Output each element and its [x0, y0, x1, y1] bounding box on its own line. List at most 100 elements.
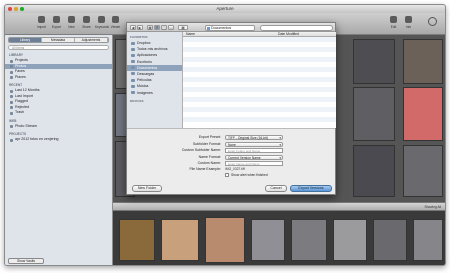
cancel-button[interactable]: Cancel — [265, 185, 287, 192]
sidebar-item-project[interactable]: apr 2012 fotos en zenjering — [5, 137, 112, 143]
back-button[interactable]: ◀ — [130, 25, 136, 30]
favorite-pictures[interactable]: Imágenes — [127, 90, 182, 96]
filmstrip-thumbnail[interactable] — [373, 219, 407, 261]
applications-icon — [131, 53, 135, 57]
forward-button[interactable]: ▶ — [137, 25, 143, 30]
export-versions-button[interactable]: Export Versions — [290, 185, 332, 192]
filmstrip-thumbnail[interactable] — [333, 219, 367, 261]
show-alert-checkbox[interactable] — [225, 173, 229, 177]
minimize-window-button[interactable] — [14, 7, 18, 11]
favorite-label: Imágenes — [137, 90, 153, 95]
share-label: Share — [82, 25, 91, 29]
sidebar-item-trash[interactable]: Trash — [5, 110, 112, 116]
places-icon — [10, 76, 13, 79]
edit-icon — [390, 16, 397, 23]
icon-view-button[interactable]: ▦ — [147, 25, 153, 30]
all-files-icon — [131, 47, 135, 51]
favorite-label: Todos mis archivos — [137, 47, 168, 52]
photo-thumbnail[interactable] — [403, 145, 443, 197]
share-button[interactable]: Share — [80, 16, 93, 29]
export-button[interactable]: Export — [50, 16, 63, 29]
section-heading-library: LIBRARY — [9, 53, 24, 57]
column-name-header[interactable]: Name — [186, 32, 195, 37]
list-view-button[interactable]: ☰ — [154, 25, 160, 30]
zoom-window-button[interactable] — [20, 7, 24, 11]
favorite-label: Escritorio — [137, 59, 152, 64]
filmstrip-thumbnail[interactable] — [119, 219, 155, 261]
photos-icon — [10, 65, 13, 68]
sidebar: Library Metadata Adjustments All Items L… — [5, 35, 113, 265]
dialog-toolbar: ◀ ▶ ▦ ☰ ◫ ▭ ▦ Documentos — [127, 23, 335, 32]
new-button[interactable]: New — [65, 16, 78, 29]
dialog-search-input[interactable] — [260, 24, 333, 31]
export-preset-popup[interactable]: TIFF - Original Size (16-bit) — [225, 134, 283, 140]
window-title: Aperture — [216, 6, 234, 11]
section-heading-recent: RECENT — [9, 83, 23, 87]
sidebar-item-label: Projects — [15, 58, 28, 62]
custom-subfolder-row: Custom Subfolder Name: Enter Folder and … — [127, 147, 335, 153]
photo-thumbnail[interactable] — [403, 39, 443, 84]
custom-subfolder-input[interactable]: Enter Folder and Name — [225, 147, 283, 153]
music-icon — [131, 84, 135, 88]
custom-name-input[interactable]: Enter Name and Name — [225, 160, 283, 166]
photo-thumbnail[interactable] — [353, 39, 395, 84]
filmstrip-thumbnail[interactable] — [251, 219, 285, 261]
aperture-window: Aperture Import Export New Share Keyword… — [4, 4, 446, 266]
favorite-label: Música — [137, 84, 149, 89]
info-button[interactable]: Info — [402, 16, 415, 29]
dropbox-icon — [131, 41, 135, 45]
file-list[interactable]: Name Date Modified — [183, 32, 336, 128]
title-bar: Aperture — [5, 5, 445, 13]
viewer-button[interactable]: Viewer — [109, 16, 122, 29]
column-view-button[interactable]: ◫ — [161, 25, 167, 30]
keywords-button[interactable]: Keywords — [95, 16, 109, 29]
edit-button[interactable]: Edit — [387, 16, 400, 29]
tab-metadata[interactable]: Metadata — [42, 38, 75, 42]
tab-library[interactable]: Library — [9, 38, 42, 42]
subfolder-format-popup[interactable]: None — [225, 141, 283, 147]
filmstrip-thumbnail[interactable] — [413, 219, 443, 261]
keywords-label: Keywords — [95, 25, 109, 29]
location-popup[interactable]: Documentos — [205, 24, 255, 31]
project-icon — [10, 138, 13, 142]
sidebar-item-label: Rejected — [15, 104, 30, 109]
column-date-header[interactable]: Date Modified — [278, 32, 299, 37]
close-window-button[interactable] — [8, 7, 12, 11]
favorite-label: Dropbox — [137, 41, 151, 45]
trash-icon — [10, 111, 13, 115]
filter-status[interactable]: Showing All — [425, 205, 441, 209]
import-icon — [10, 95, 13, 98]
sidebar-tabs: Library Metadata Adjustments — [8, 37, 109, 43]
sidebar-search-input[interactable]: All Items — [8, 45, 109, 50]
favorite-label: Películas — [137, 78, 152, 83]
filmstrip-thumbnail[interactable] — [205, 217, 245, 263]
sidebar-item-label: apr 2012 fotos en zenjering — [15, 137, 59, 141]
show-alert-label[interactable]: Show alert when finished — [231, 172, 268, 178]
viewer-icon — [112, 16, 119, 23]
share-icon — [83, 16, 90, 23]
sidebar-item-label: Faces — [15, 69, 25, 73]
reject-icon — [10, 106, 13, 109]
sidebar-item-photo-stream[interactable]: Photo Stream — [5, 124, 112, 130]
show-vaults-button[interactable]: Show Vaults — [8, 258, 44, 264]
new-icon — [68, 16, 75, 23]
location-label: Documentos — [211, 25, 232, 30]
photo-thumbnail[interactable] — [353, 87, 395, 141]
new-folder-button[interactable]: New Folder — [132, 185, 162, 192]
search-icon[interactable] — [428, 17, 437, 26]
import-button[interactable]: Import — [35, 16, 48, 29]
devices-heading: DEVICES — [130, 98, 144, 103]
export-preset-row: Export Preset: TIFF - Original Size (16-… — [127, 134, 335, 140]
filmstrip-thumbnail[interactable] — [291, 219, 327, 261]
photo-stream-icon — [10, 125, 13, 128]
filmstrip-thumbnail[interactable] — [161, 219, 199, 261]
import-label: Import — [36, 25, 47, 29]
photo-thumbnail[interactable] — [403, 87, 443, 141]
sidebar-item-places[interactable]: Places — [5, 75, 112, 81]
viewer-label: Viewer — [110, 25, 121, 29]
arrange-button[interactable]: ▦ — [178, 25, 188, 30]
cover-flow-button[interactable]: ▭ — [168, 25, 174, 30]
tab-adjustments[interactable]: Adjustments — [75, 38, 108, 42]
name-format-popup[interactable]: Current Version Name — [225, 154, 283, 160]
photo-thumbnail[interactable] — [353, 145, 395, 197]
